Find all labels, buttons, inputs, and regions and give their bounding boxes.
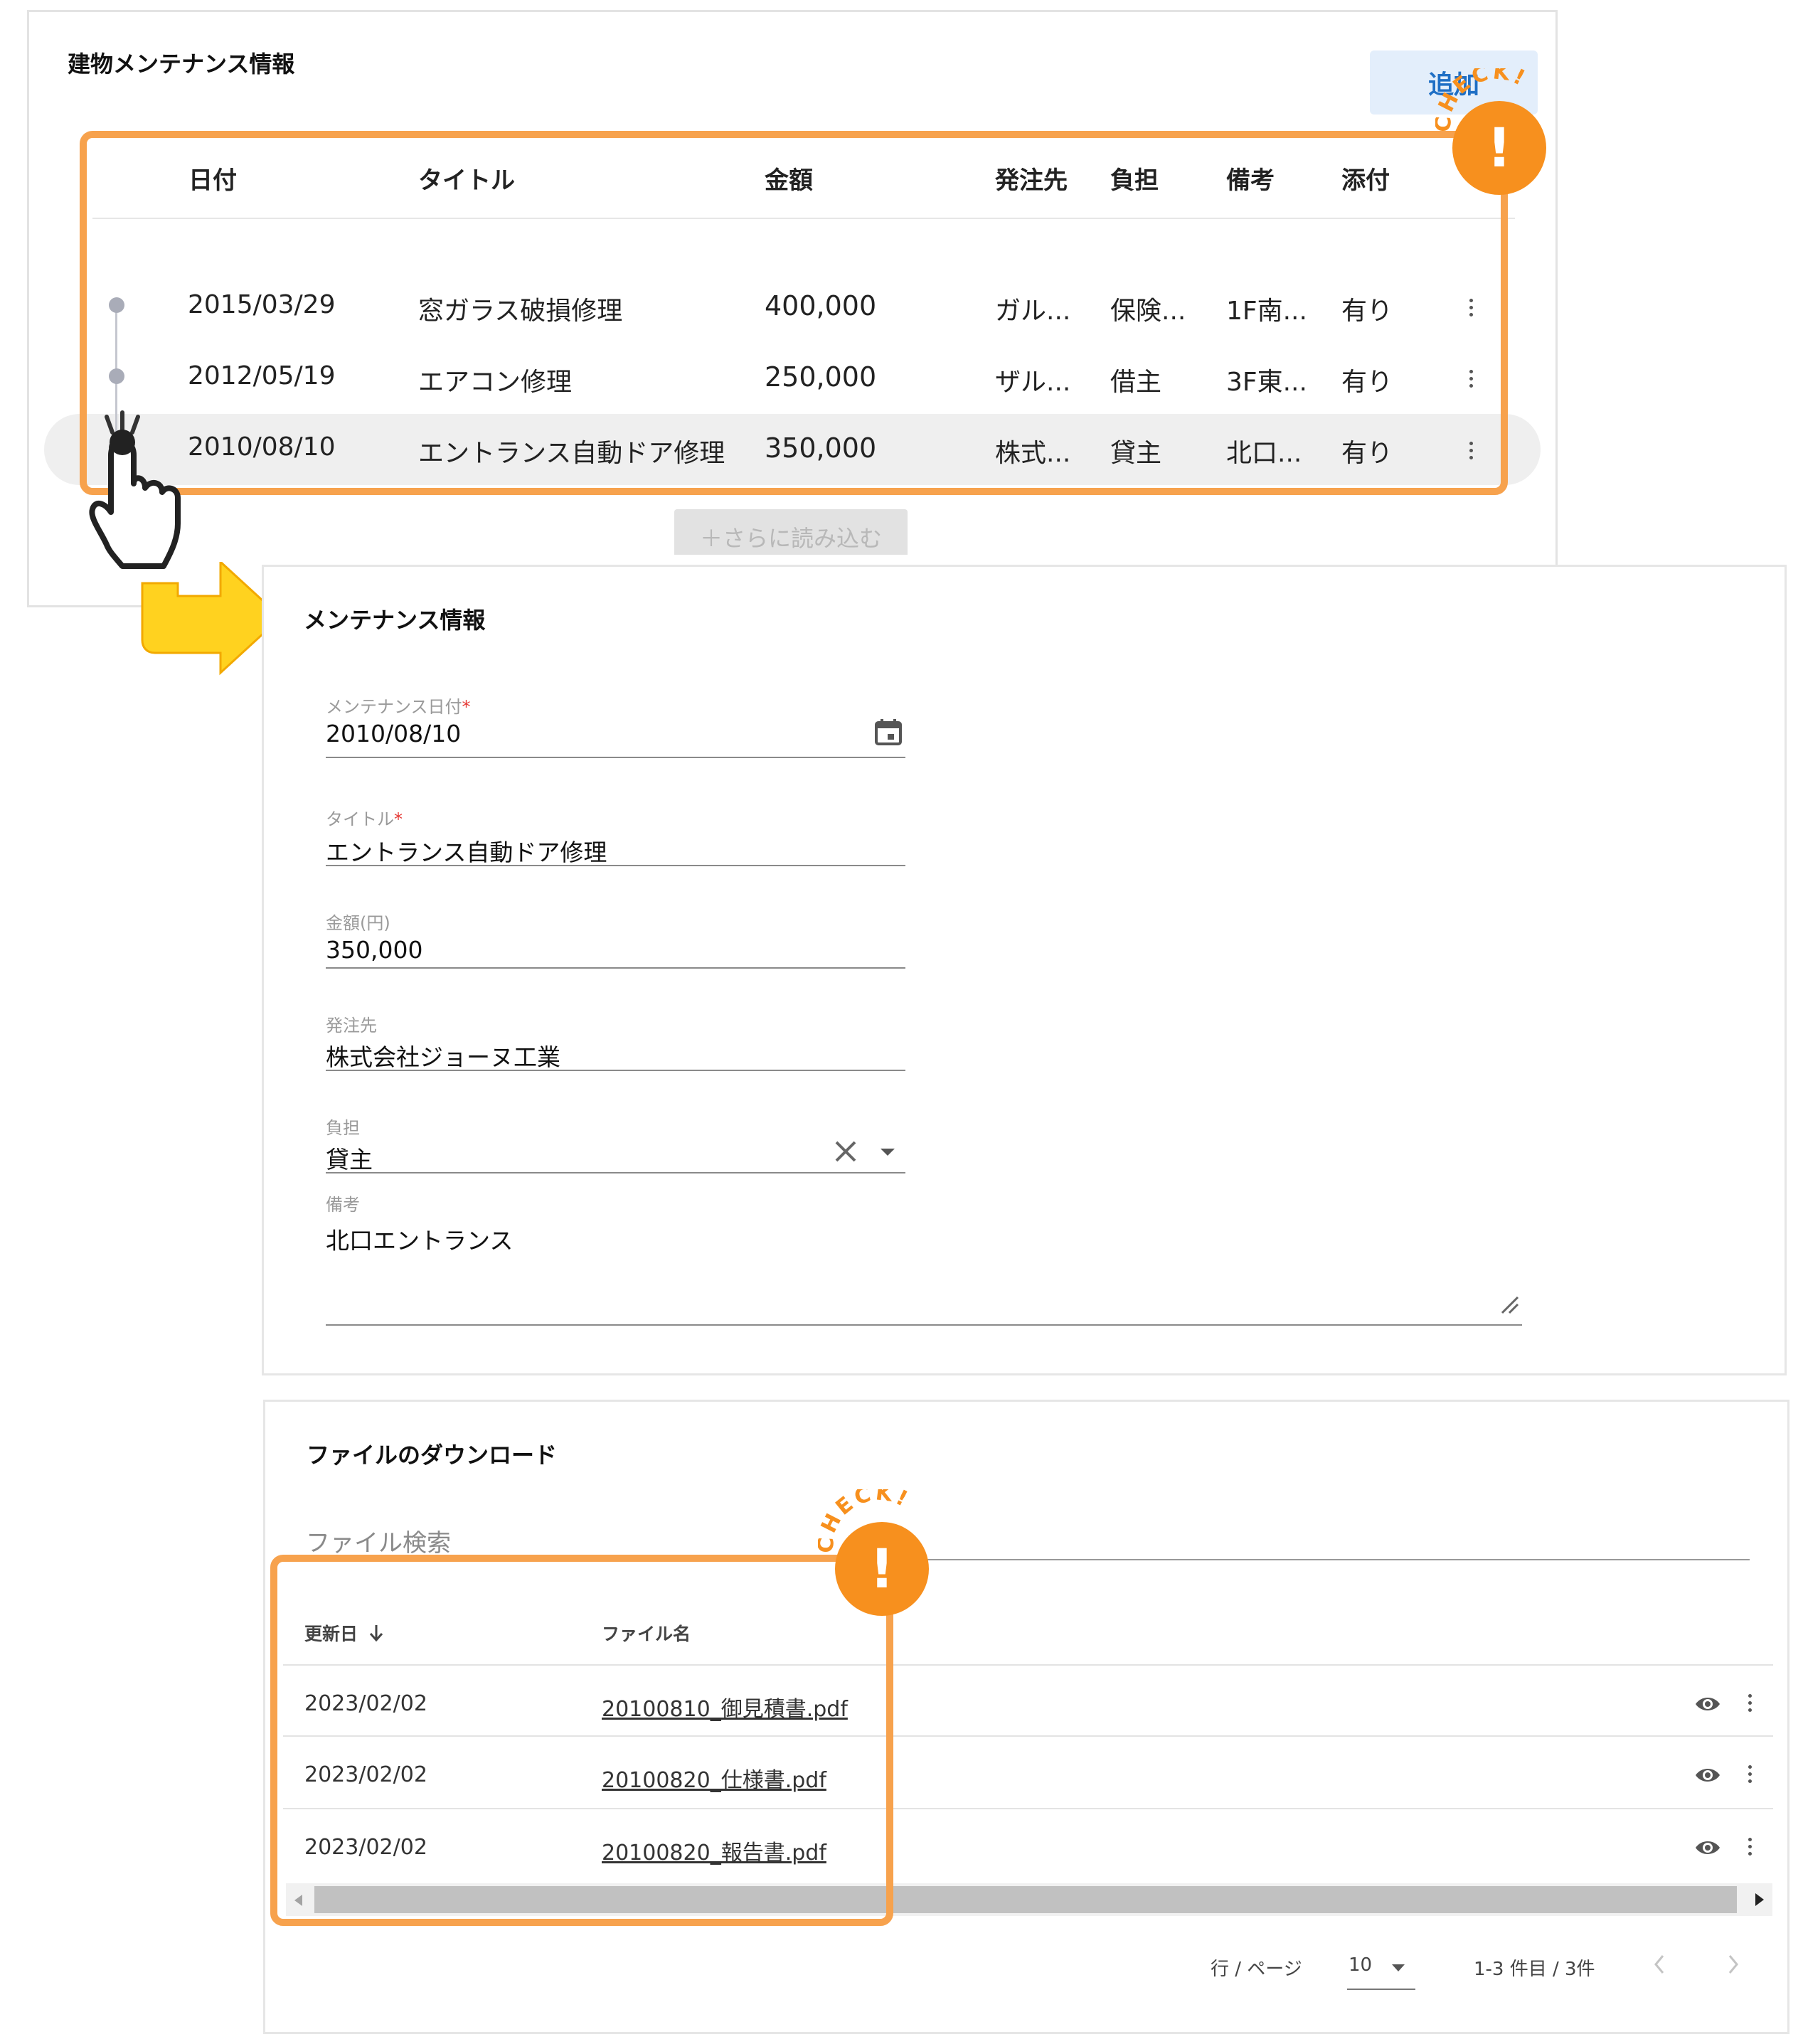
- file-search-input[interactable]: ファイル検索: [306, 1523, 451, 1558]
- next-page-icon[interactable]: [1727, 1953, 1741, 1976]
- exclamation-icon: !: [870, 1537, 895, 1600]
- exclamation-icon: !: [1487, 116, 1512, 179]
- title-label: タイトル: [326, 809, 394, 829]
- title-input[interactable]: エントランス自動ドア修理: [326, 834, 607, 868]
- field-underline: [326, 757, 905, 758]
- eye-icon[interactable]: [1694, 1696, 1721, 1713]
- row-menu-icon[interactable]: [1748, 1765, 1753, 1787]
- burden-label: 負担: [326, 1118, 360, 1138]
- required-mark: *: [462, 697, 471, 717]
- clear-icon[interactable]: [834, 1139, 858, 1164]
- required-mark: *: [394, 809, 403, 829]
- check-badge: CHECK! !: [814, 1480, 939, 1617]
- field-label: メンテナンス日付*: [326, 693, 471, 718]
- amount-input[interactable]: 350,000: [326, 936, 422, 964]
- rows-per-page-value[interactable]: 10: [1349, 1954, 1372, 1976]
- check-highlight-box: [270, 1555, 893, 1926]
- pointing-hand-icon: [88, 405, 195, 583]
- eye-icon[interactable]: [1694, 1767, 1721, 1784]
- field-underline: [326, 1172, 905, 1173]
- chevron-down-icon[interactable]: [1391, 1962, 1405, 1971]
- field-underline: [1347, 1989, 1415, 1990]
- previous-page-icon[interactable]: [1652, 1953, 1666, 1976]
- panel-title: メンテナンス情報: [304, 607, 486, 634]
- burden-value[interactable]: 貸主: [326, 1141, 373, 1175]
- chevron-down-icon[interactable]: [879, 1146, 896, 1156]
- scroll-right-icon[interactable]: [1755, 1893, 1764, 1906]
- note-textarea[interactable]: 北口エントランス: [326, 1222, 513, 1256]
- amount-label: 金額(円): [326, 913, 390, 933]
- rows-per-page-label: 行 / ページ: [1211, 1959, 1302, 1980]
- resize-handle-icon[interactable]: [1499, 1294, 1519, 1314]
- vendor-input[interactable]: 株式会社ジョーヌ工業: [326, 1038, 560, 1072]
- note-label: 備考: [326, 1195, 360, 1215]
- panel-title: 建物メンテナンス情報: [68, 50, 295, 78]
- row-menu-icon[interactable]: [1748, 1838, 1753, 1859]
- load-more-button[interactable]: ＋さらに読み込む: [674, 509, 908, 555]
- date-input[interactable]: 2010/08/10: [326, 720, 461, 747]
- field-label: タイトル*: [326, 805, 403, 830]
- field-underline: [326, 967, 905, 969]
- field-underline: [326, 865, 905, 866]
- panel-title: ファイルのダウンロード: [307, 1442, 558, 1469]
- page-range-text: 1-3 件目 / 3件: [1474, 1959, 1595, 1980]
- row-menu-icon[interactable]: [1748, 1694, 1753, 1715]
- field-underline: [326, 1324, 1522, 1326]
- field-underline: [326, 1070, 905, 1071]
- date-label: メンテナンス日付: [326, 697, 462, 717]
- eye-icon[interactable]: [1694, 1839, 1721, 1856]
- check-highlight-box: [80, 131, 1508, 495]
- check-badge: CHECK! !: [1431, 59, 1556, 196]
- vendor-label: 発注先: [326, 1016, 377, 1036]
- calendar-icon[interactable]: [873, 717, 903, 747]
